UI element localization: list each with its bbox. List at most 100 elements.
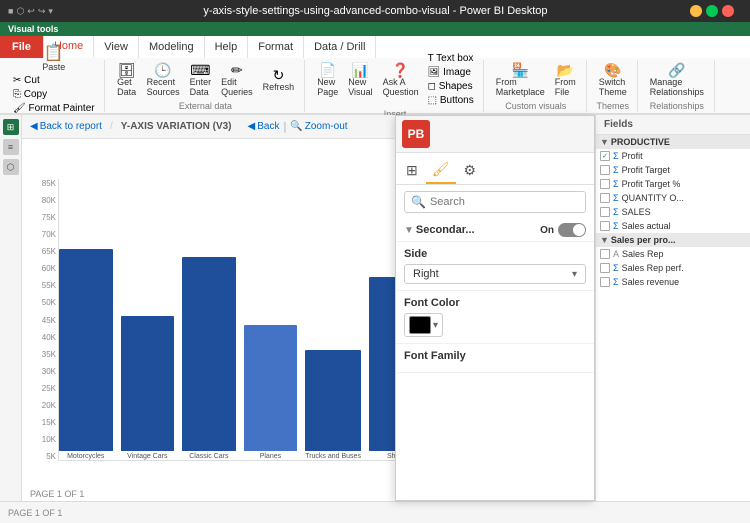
profit-checkbox[interactable]: ✓ <box>600 151 610 161</box>
font-family-section: Font Family <box>396 344 594 373</box>
field-sales-rep-perf: Σ Sales Rep perf. <box>596 261 750 275</box>
secondary-toggle[interactable] <box>558 223 586 237</box>
chart-title-label: Y-AXIS VARIATION (V3) <box>121 121 232 132</box>
app-logo: PB <box>402 120 430 148</box>
tab-modeling[interactable]: Modeling <box>139 36 205 58</box>
page-indicator: PAGE 1 OF 1 <box>30 489 84 499</box>
tab-view[interactable]: View <box>94 36 139 58</box>
get-data-btn[interactable]: 🗄 GetData <box>113 61 141 99</box>
sales-rep-checkbox[interactable] <box>600 249 610 259</box>
profit-target-pct-checkbox[interactable] <box>600 179 610 189</box>
format-painter-btn[interactable]: 🖌 Format Painter <box>10 102 98 115</box>
from-file-btn[interactable]: 📂 FromFile <box>551 61 580 99</box>
color-swatch <box>409 316 431 334</box>
format-tab-fields[interactable]: ⊞ <box>400 157 424 184</box>
format-tab-icon: 🖌 <box>432 161 450 178</box>
sales-actual-checkbox[interactable] <box>600 221 610 231</box>
text-box-btn[interactable]: T Text box <box>425 52 477 65</box>
sales-rep-icon: A <box>613 249 619 259</box>
custom-visuals-label: Custom visuals <box>505 101 566 111</box>
buttons-btn[interactable]: ⬚ Buttons <box>425 94 477 107</box>
bar-trucks: Trucks and Buses <box>305 179 361 460</box>
sales-sigma: Σ <box>613 207 619 217</box>
paste-btn[interactable]: 📋 Paste <box>38 44 70 74</box>
zoom-out-btn[interactable]: 🔍 Zoom-out <box>290 121 347 132</box>
manage-relationships-btn[interactable]: 🔗 ManageRelationships <box>646 61 708 99</box>
quantity-name: QUANTITY O... <box>622 193 684 203</box>
sales-checkbox[interactable] <box>600 207 610 217</box>
sales-rep-name: Sales Rep <box>622 249 664 259</box>
field-sales-rep: A Sales Rep <box>596 247 750 261</box>
profit-target-pct-name: Profit Target % <box>622 179 681 189</box>
sales-rep-perf-checkbox[interactable] <box>600 263 610 273</box>
tab-help[interactable]: Help <box>205 36 249 58</box>
recent-sources-btn[interactable]: 🕒 RecentSources <box>143 61 184 99</box>
font-family-label: Font Family <box>404 350 586 362</box>
from-marketplace-btn[interactable]: 🏪 FromMarketplace <box>492 61 549 99</box>
data-view-icon[interactable]: ≡ <box>3 139 19 155</box>
search-icon: 🔍 <box>411 195 426 209</box>
sales-actual-sigma: Σ <box>613 221 619 231</box>
side-dropdown[interactable]: Right ▾ <box>404 264 586 284</box>
fields-panel: Fields ▼ PRODUCTIVE ✓ Σ Profit Σ Profit … <box>595 115 750 501</box>
maximize-btn[interactable] <box>706 5 718 17</box>
bar-vintage-cars: Vintage Cars <box>121 179 175 460</box>
new-page-btn[interactable]: 📄 NewPage <box>313 52 342 107</box>
field-profit: ✓ Σ Profit <box>596 149 750 163</box>
new-visual-btn[interactable]: 📊 NewVisual <box>344 52 376 107</box>
field-profit-target-pct: Σ Profit Target % <box>596 177 750 191</box>
copy-btn[interactable]: ⎘ Copy <box>10 88 98 101</box>
format-tab-format[interactable]: 🖌 <box>426 157 456 184</box>
refresh-btn[interactable]: ↻ Refresh <box>259 61 299 99</box>
font-color-section: Font Color ▾ <box>396 291 594 344</box>
report-view-icon[interactable]: ⊞ <box>3 119 19 135</box>
sales-actual-name: Sales actual <box>622 221 671 231</box>
format-panel-tabs: ⊞ 🖌 ⚙ <box>396 153 594 185</box>
external-data-group: 🗄 GetData 🕒 RecentSources ⌨ EnterData ✏ … <box>107 60 306 112</box>
color-arrow-icon: ▾ <box>433 320 438 331</box>
edit-queries-btn[interactable]: ✏ EditQueries <box>217 61 257 99</box>
enter-data-btn[interactable]: ⌨ EnterData <box>186 61 216 99</box>
color-picker[interactable]: ▾ <box>404 313 443 337</box>
model-view-icon[interactable]: ⬡ <box>3 159 19 175</box>
minimize-btn[interactable] <box>690 5 702 17</box>
shapes-btn[interactable]: ◻ Shapes <box>425 80 477 93</box>
sales-per-section-header[interactable]: ▼ Sales per pro... <box>596 233 750 247</box>
ask-question-btn[interactable]: ❓ Ask AQuestion <box>379 52 423 107</box>
external-data-label: External data <box>179 101 232 111</box>
left-sidebar: ⊞ ≡ ⬡ <box>0 115 22 501</box>
insert-group: 📄 NewPage 📊 NewVisual ❓ Ask AQuestion T … <box>307 60 484 112</box>
themes-group: 🎨 SwitchTheme Themes <box>589 60 638 112</box>
tab-format[interactable]: Format <box>248 36 304 58</box>
side-section: Side Right ▾ <box>396 242 594 291</box>
profit-name: Profit <box>622 151 643 161</box>
profit-target-checkbox[interactable] <box>600 165 610 175</box>
search-input[interactable] <box>430 196 579 208</box>
toolbar-icon-4: ↪ <box>38 6 46 17</box>
format-tab-analytics[interactable]: ⚙ <box>458 157 483 184</box>
secondary-row: ▼ Secondar... On <box>396 219 594 242</box>
back-btn[interactable]: ◀ Back <box>248 121 280 132</box>
sales-revenue-sigma: Σ <box>613 277 619 287</box>
bar-classic-cars: Classic Cars <box>182 179 236 460</box>
expand-icon: ▼ <box>404 225 414 236</box>
custom-visuals-group: 🏪 FromMarketplace 📂 FromFile Custom visu… <box>486 60 587 112</box>
switch-theme-btn[interactable]: 🎨 SwitchTheme <box>595 61 631 99</box>
field-quantity: Σ QUANTITY O... <box>596 191 750 205</box>
productive-section-header[interactable]: ▼ PRODUCTIVE <box>596 135 750 149</box>
search-box: 🔍 <box>404 191 586 213</box>
cut-btn[interactable]: ✂ Cut <box>10 74 98 87</box>
format-panel: PB ⊞ 🖌 ⚙ 🔍 ▼ Secondar... <box>395 115 595 501</box>
sales-rep-perf-name: Sales Rep perf. <box>622 263 684 273</box>
fields-list: ▼ PRODUCTIVE ✓ Σ Profit Σ Profit Target <box>596 135 750 501</box>
toolbar-icon-3: ↩ <box>27 6 35 17</box>
sales-per-label: Sales per pro... <box>611 235 676 245</box>
back-to-report-btn[interactable]: ◀ Back to report <box>30 121 102 132</box>
quantity-checkbox[interactable] <box>600 193 610 203</box>
close-btn[interactable] <box>722 5 734 17</box>
profit-target-pct-sigma: Σ <box>613 179 619 189</box>
field-sales-actual: Σ Sales actual <box>596 219 750 233</box>
image-btn[interactable]: 🖼 Image <box>425 66 477 79</box>
sales-name: SALES <box>622 207 651 217</box>
sales-revenue-checkbox[interactable] <box>600 277 610 287</box>
